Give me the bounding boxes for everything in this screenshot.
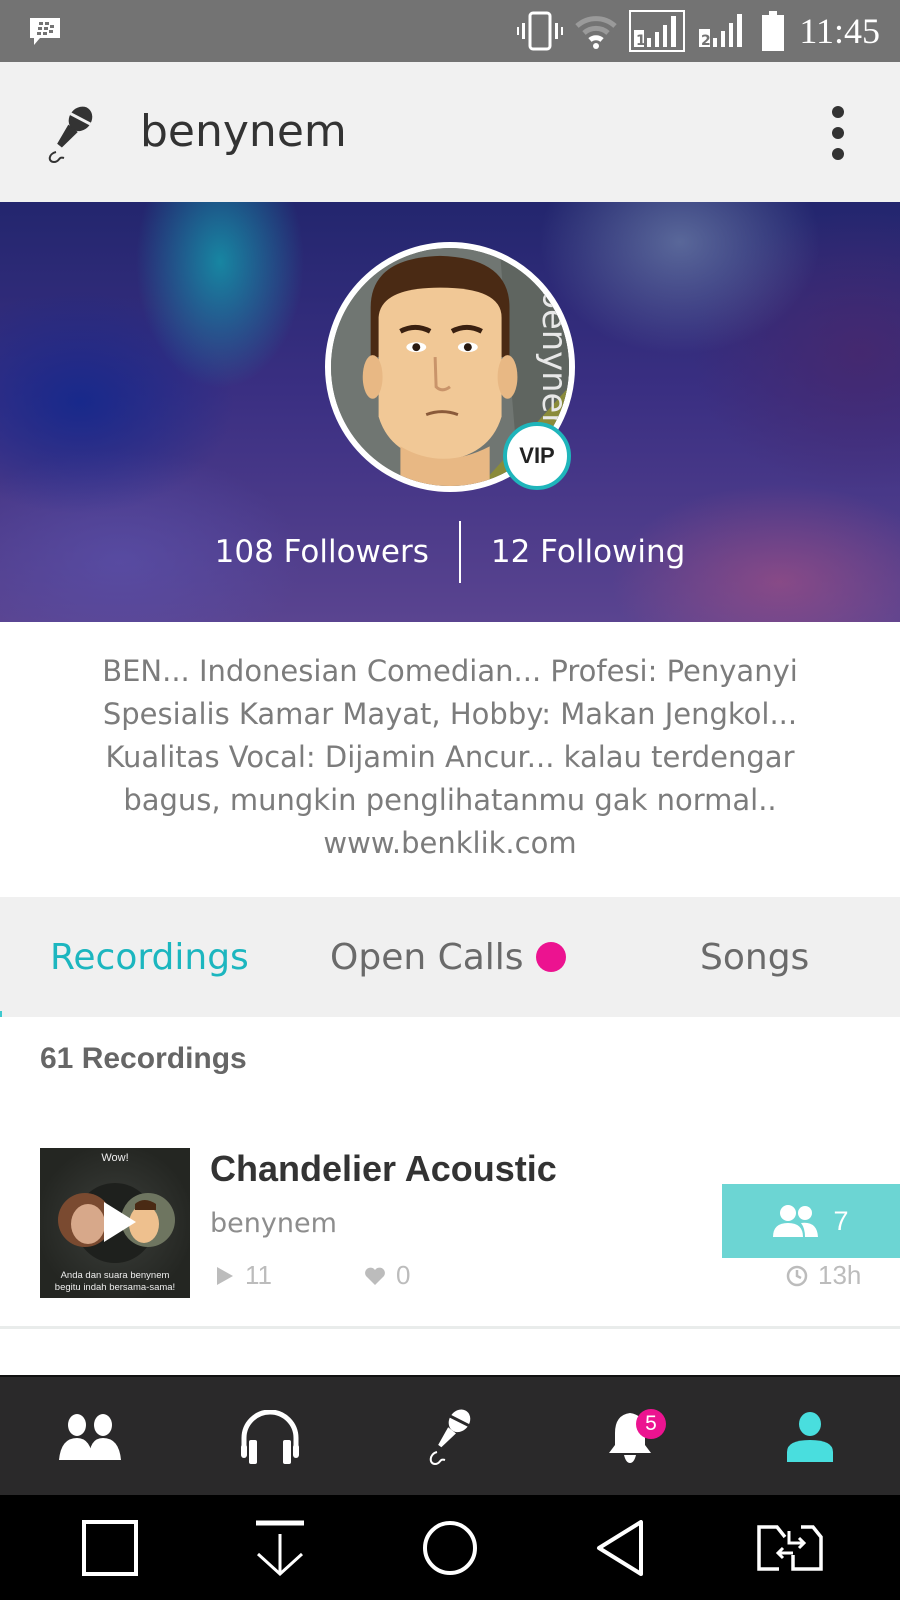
recording-title[interactable]: Chandelier Acoustic	[210, 1148, 557, 1190]
recordings-count: 61 Recordings	[40, 1042, 247, 1075]
like-count: 0	[364, 1260, 410, 1291]
tab-open-calls[interactable]: Open Calls	[330, 897, 566, 1017]
headphones-icon	[241, 1410, 299, 1464]
more-vert-icon[interactable]	[828, 104, 848, 162]
heart-icon	[365, 1267, 385, 1285]
notification-pull-icon	[256, 1520, 304, 1576]
profile-bio: BEN... Indonesian Comedian... Profesi: P…	[40, 650, 860, 865]
nav-sing[interactable]	[360, 1377, 540, 1497]
app-bar: benynem	[0, 62, 900, 202]
bio-line: bagus, mungkin penglihatanmu gak normal.…	[123, 783, 777, 817]
notification-pull-button[interactable]	[190, 1495, 370, 1600]
tab-recordings[interactable]: Recordings	[50, 897, 249, 1017]
status-bar: 1 2 11:45	[0, 0, 900, 62]
person-icon	[787, 1412, 833, 1462]
sim-switch-icon	[757, 1524, 823, 1571]
clock: 11:45	[799, 11, 880, 51]
bio-line: BEN... Indonesian Comedian... Profesi: P…	[102, 654, 798, 688]
tab-label: Songs	[700, 936, 810, 978]
svg-text:2: 2	[701, 33, 711, 49]
bbm-icon	[30, 18, 60, 45]
people-icon	[773, 1205, 819, 1237]
bio-line: Spesialis Kamar Mayat, Hobby: Makan Jeng…	[102, 697, 798, 731]
app-title: benynem	[140, 106, 347, 157]
recording-thumbnail[interactable]: Wow! Anda dan suara benynem begitu indah…	[40, 1148, 190, 1298]
sim1-signal-icon: 1	[629, 10, 686, 52]
home-button[interactable]	[360, 1495, 540, 1600]
thumbnail-title: Wow!	[101, 1152, 129, 1164]
join-count: 7	[833, 1205, 849, 1236]
notification-badge: 5	[636, 1409, 666, 1439]
follow-stats: 108 Followers 12 Following	[0, 520, 900, 584]
play-count-value: 11	[245, 1260, 272, 1290]
following-link[interactable]: 12 Following	[461, 534, 715, 570]
vip-badge: VIP	[503, 422, 571, 490]
recording-age: 13h	[786, 1260, 861, 1291]
bio-line: Kualitas Vocal: Dijamin Ancur... kalau t…	[105, 740, 795, 774]
website-link[interactable]: www.benklik.com	[40, 822, 860, 865]
recents-icon	[82, 1519, 138, 1576]
vibrate-icon	[517, 11, 564, 51]
thumbnail-caption: Anda dan suara benynem begitu indah bers…	[40, 1270, 190, 1294]
bottom-navigation: 5	[0, 1375, 900, 1495]
new-indicator-dot	[535, 942, 566, 972]
svg-text:1: 1	[636, 33, 646, 49]
battery-icon	[762, 11, 785, 51]
system-navigation-bar	[0, 1495, 900, 1600]
join-collab-button[interactable]: 7	[722, 1184, 900, 1258]
nav-profile[interactable]	[720, 1377, 900, 1497]
like-count-value: 0	[396, 1260, 411, 1290]
caption-line: Anda dan suara benynem	[60, 1270, 170, 1281]
tab-indicator	[0, 1011, 2, 1017]
tab-label: Recordings	[50, 936, 249, 978]
recording-artist[interactable]: benynem	[210, 1208, 337, 1239]
home-icon	[423, 1520, 477, 1575]
people-icon	[59, 1414, 121, 1460]
nav-listen[interactable]	[180, 1377, 360, 1497]
wifi-icon	[575, 16, 618, 49]
play-icon	[217, 1266, 233, 1285]
microphone-icon	[429, 1409, 471, 1466]
play-count: 11	[215, 1260, 272, 1291]
tab-songs[interactable]: Songs	[700, 897, 809, 1017]
recording-age-value: 13h	[818, 1260, 862, 1290]
back-icon	[597, 1519, 643, 1576]
nav-notifications[interactable]: 5	[540, 1377, 720, 1497]
profile-tabs: Recordings Open Calls Songs	[0, 897, 900, 1017]
list-divider	[0, 1326, 900, 1329]
caption-line: begitu indah bersama-sama!	[54, 1282, 176, 1293]
sim2-signal-icon: 2	[699, 14, 743, 49]
followers-link[interactable]: 108 Followers	[185, 534, 459, 570]
back-button[interactable]	[530, 1495, 710, 1600]
profile-header: benynem VIP 108 Followers 12 Following	[0, 202, 900, 622]
recents-button[interactable]	[20, 1495, 200, 1600]
sim-switch-button[interactable]	[700, 1495, 880, 1600]
clock-icon	[786, 1265, 808, 1286]
tab-label: Open Calls	[330, 936, 524, 978]
microphone-icon[interactable]	[44, 104, 98, 164]
recording-list-item[interactable]: Wow! Anda dan suara benynem begitu indah…	[0, 1118, 900, 1328]
nav-social[interactable]	[0, 1377, 180, 1497]
